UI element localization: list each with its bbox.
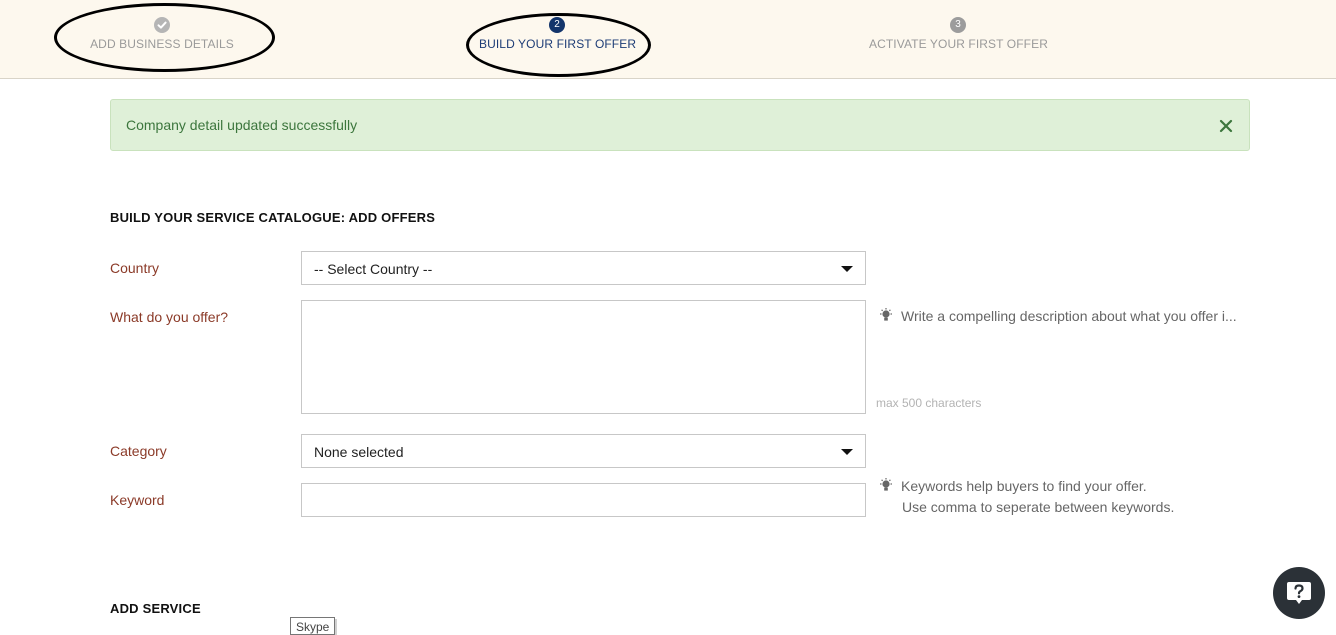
section-title-add-offers: BUILD YOUR SERVICE CATALOGUE: ADD OFFERS bbox=[110, 210, 436, 225]
alert-message: Company detail updated successfully bbox=[126, 117, 358, 133]
country-select[interactable]: -- Select Country -- bbox=[301, 251, 866, 285]
skype-tooltip: Skype bbox=[290, 617, 336, 635]
lightbulb-icon bbox=[879, 478, 893, 494]
help-question-icon bbox=[1287, 582, 1311, 604]
category-label: Category bbox=[110, 443, 167, 459]
keyword-input[interactable] bbox=[301, 483, 866, 517]
category-select[interactable]: None selected bbox=[301, 434, 866, 468]
keyword-hint-line2: Use comma to seperate between keywords. bbox=[902, 499, 1175, 515]
chevron-down-icon bbox=[841, 266, 853, 272]
country-select-value: -- Select Country -- bbox=[314, 261, 433, 277]
lightbulb-icon bbox=[879, 308, 893, 324]
annotation-ellipse bbox=[466, 13, 651, 77]
keyword-hint-line1: Keywords help buyers to find your offer. bbox=[901, 478, 1147, 494]
category-select-value: None selected bbox=[314, 444, 404, 460]
step-activate-first-offer[interactable]: 3 ACTIVATE YOUR FIRST OFFER bbox=[869, 17, 1048, 51]
country-label: Country bbox=[110, 260, 160, 276]
step-number: 3 bbox=[950, 17, 966, 33]
help-chat-button[interactable] bbox=[1273, 567, 1325, 619]
close-icon[interactable] bbox=[1218, 118, 1234, 134]
max-characters-note: max 500 characters bbox=[876, 396, 982, 410]
keyword-label: Keyword bbox=[110, 492, 165, 508]
step-label: ACTIVATE YOUR FIRST OFFER bbox=[869, 37, 1048, 51]
section-title-add-service: ADD SERVICE bbox=[110, 601, 201, 616]
offer-description-textarea[interactable] bbox=[301, 300, 866, 414]
offer-hint-text: Write a compelling description about wha… bbox=[901, 308, 1237, 324]
success-alert: Company detail updated successfully bbox=[110, 99, 1250, 151]
annotation-ellipse bbox=[54, 3, 275, 72]
offer-label: What do you offer? bbox=[110, 309, 229, 325]
chevron-down-icon bbox=[841, 449, 853, 455]
